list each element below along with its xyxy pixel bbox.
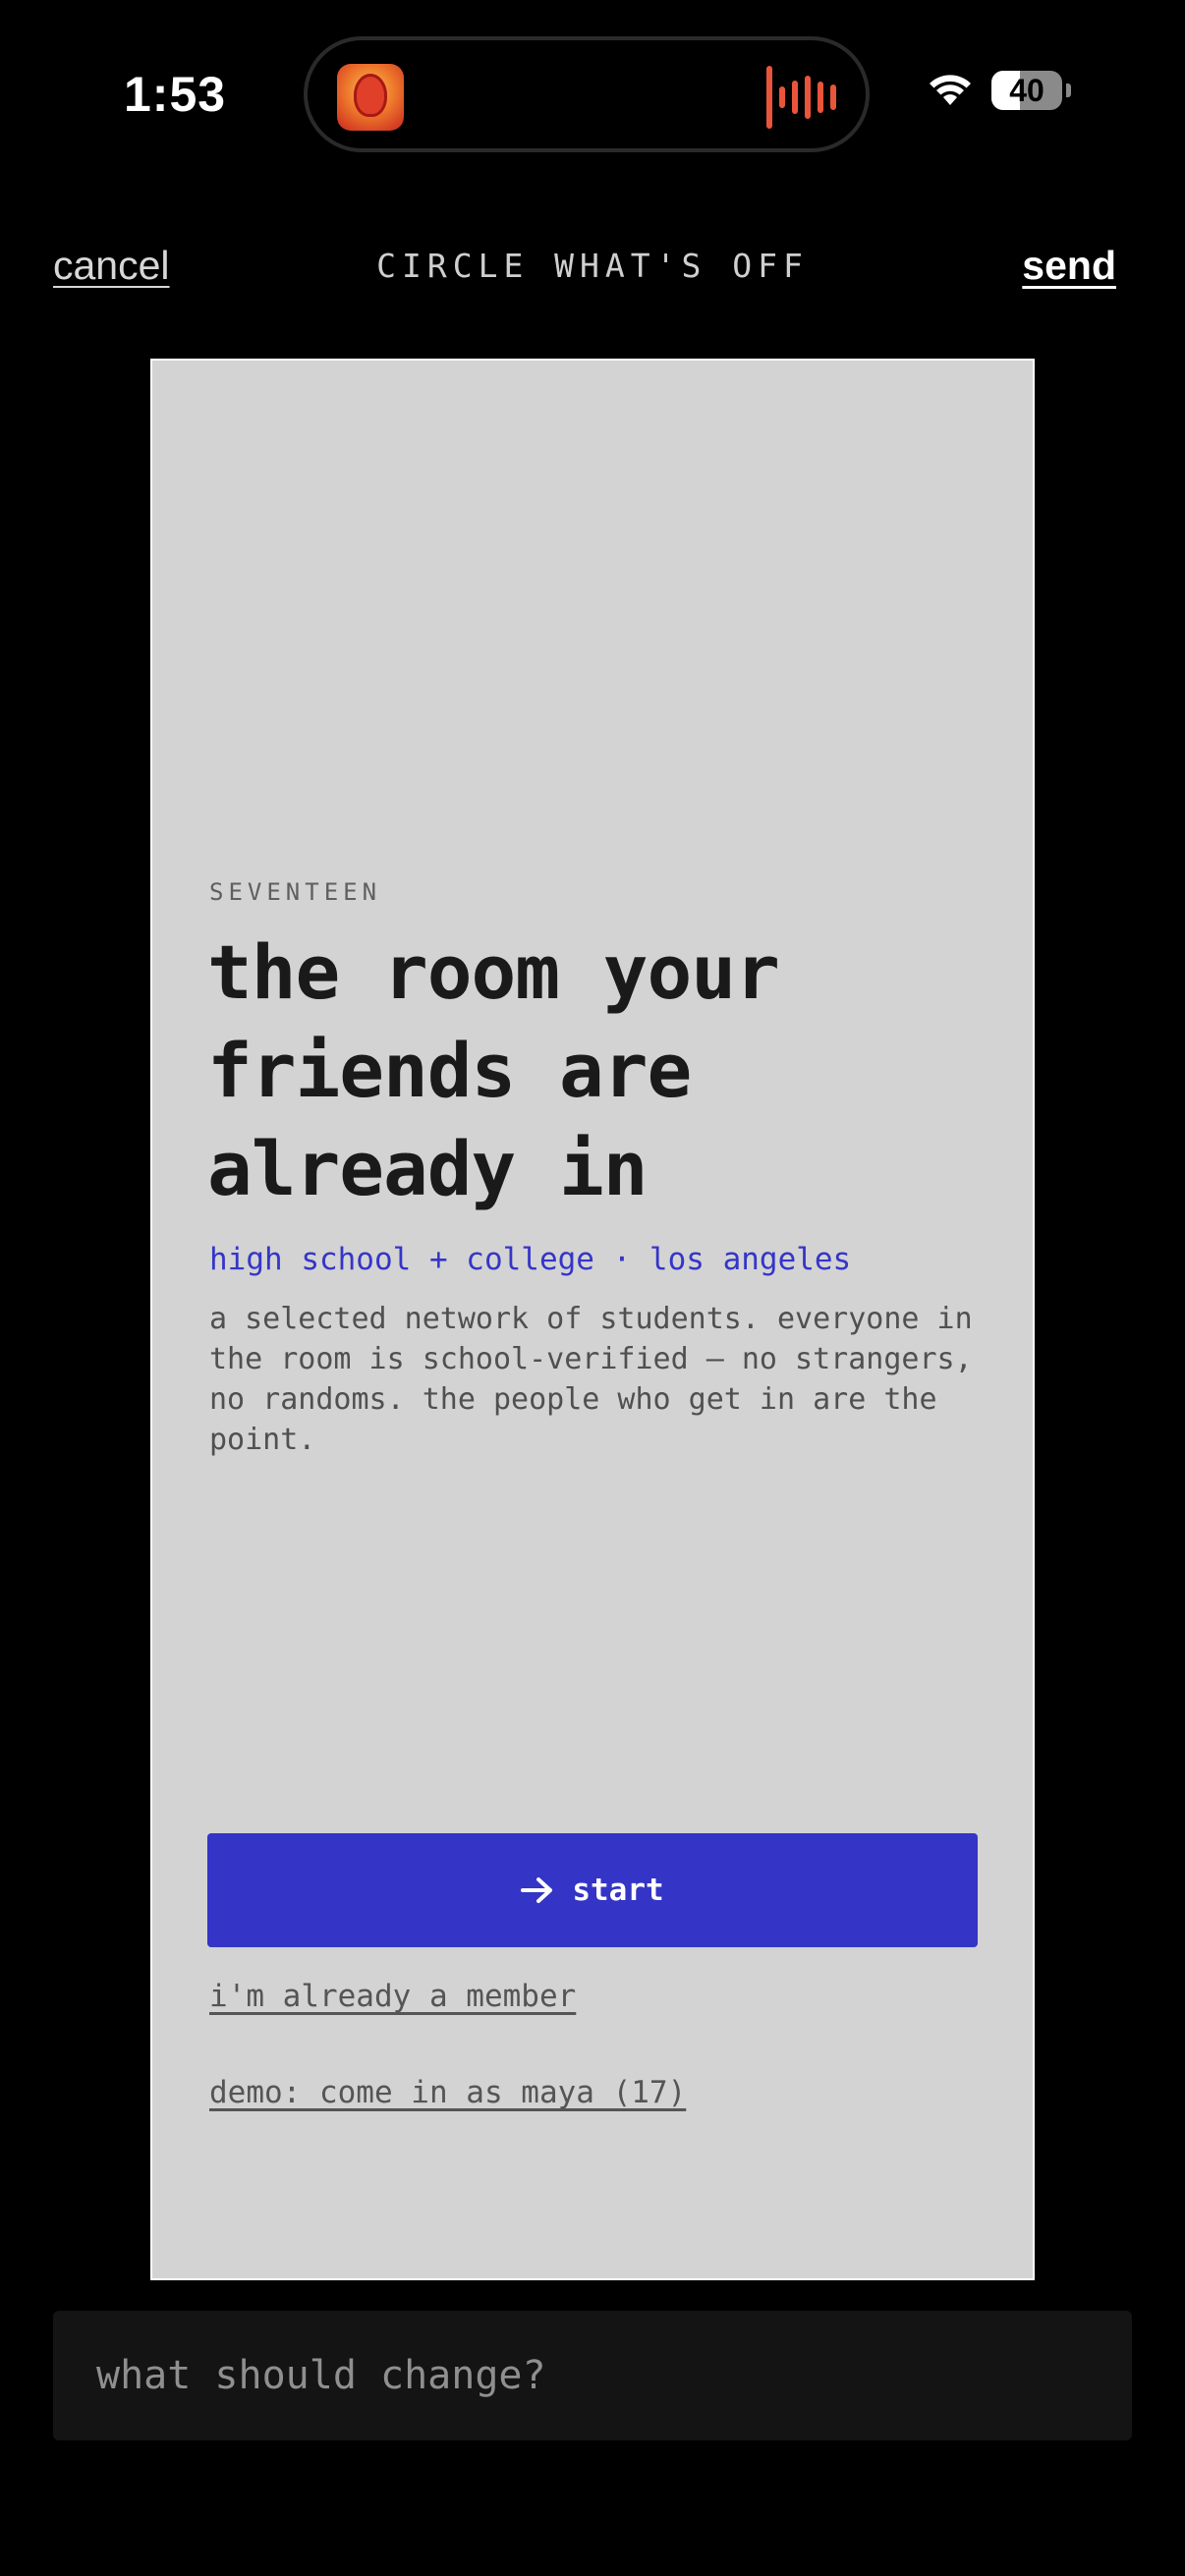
battery-level: 40 [1009,73,1044,108]
demo-login-link[interactable]: demo: come in as maya (17) [209,2073,686,2112]
status-time: 1:53 [124,67,227,122]
headline: the room your friends are already in [207,928,780,1212]
cancel-button[interactable]: cancel [53,241,170,290]
arrow-right-icon [521,1876,554,1904]
send-button[interactable]: send [1022,241,1116,290]
battery-icon: 40 [991,71,1062,110]
eyebrow-label: SEVENTEEN [209,878,382,906]
description: a selected network of students. everyone… [209,1302,973,1457]
already-member-link[interactable]: i'm already a member [209,1977,576,2016]
tagline: high school + college · los angeles [209,1242,852,1277]
feedback-input[interactable] [94,2352,1091,2399]
audio-waveform-icon [766,66,836,129]
start-button-label: start [572,1873,664,1908]
album-art-icon [337,64,404,131]
wifi-icon [927,73,974,108]
battery-cap [1066,84,1071,97]
status-indicators: 40 [927,71,1071,110]
feedback-field[interactable] [53,2311,1132,2440]
preview-card[interactable]: SEVENTEEN the room your friends are alre… [150,359,1035,2280]
page-title: CIRCLE WHAT'S OFF [376,247,809,285]
dynamic-island[interactable] [304,36,870,152]
start-button[interactable]: start [207,1833,978,1947]
